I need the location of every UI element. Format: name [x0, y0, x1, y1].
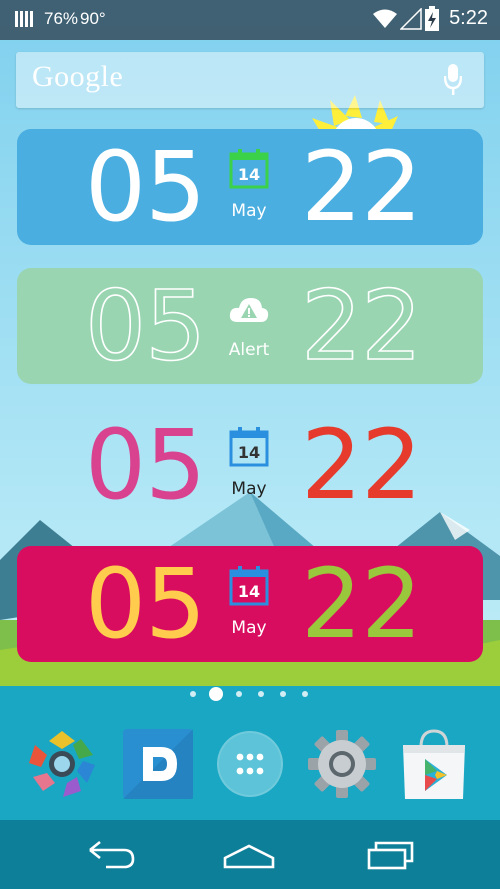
widget-month-label: May [231, 618, 267, 638]
dashlane-app-icon[interactable] [121, 727, 195, 801]
clock-time: 5:22 [449, 7, 488, 29]
wifi-icon [373, 9, 397, 28]
widget-minutes: 22 [301, 409, 422, 521]
widget-alert-label: Alert [228, 340, 270, 360]
page-indicator [0, 686, 500, 702]
calendar-icon: 14 [229, 566, 269, 606]
mic-icon[interactable] [444, 64, 462, 96]
back-icon[interactable] [86, 840, 136, 870]
clock-widget-blue[interactable]: 05 14 May 22 [17, 129, 483, 245]
widget-hours: 05 [85, 548, 206, 660]
temperature-text: 90° [80, 9, 106, 28]
calendar-icon: 14 [229, 427, 269, 467]
widget-minutes: 22 [301, 131, 422, 243]
widget-month-label: May [231, 201, 267, 221]
widget-minutes: 22 [301, 548, 422, 660]
app-drawer-icon[interactable] [213, 727, 287, 801]
page-dot-active[interactable] [209, 687, 223, 701]
status-bar: 76% 90° 5:22 [0, 0, 500, 38]
signal-bars-icon [15, 11, 33, 27]
clock-widget-transparent[interactable]: 05 14 May 22 [17, 407, 483, 523]
page-dot[interactable] [302, 691, 308, 697]
home-icon[interactable] [222, 840, 276, 870]
play-store-app-icon[interactable] [397, 727, 471, 801]
cloud-alert-icon [229, 298, 269, 322]
widget-hours: 05 [85, 131, 206, 243]
cell-signal-icon [400, 8, 422, 30]
settings-app-icon[interactable] [305, 727, 379, 801]
page-dot[interactable] [236, 691, 242, 697]
clock-widget-magenta[interactable]: 05 14 May 22 [17, 546, 483, 662]
google-logo: Google [32, 60, 124, 93]
calendar-day: 14 [238, 165, 260, 184]
clock-widget-green[interactable]: 05 Alert 22 [17, 268, 483, 384]
recents-icon[interactable] [366, 840, 416, 870]
page-dot[interactable] [280, 691, 286, 697]
widget-hours: 05 [85, 409, 206, 521]
page-dot[interactable] [190, 691, 196, 697]
photo-app-icon[interactable] [25, 727, 99, 801]
widget-minutes: 22 [300, 270, 423, 382]
battery-percent-text: 76% [44, 9, 79, 28]
battery-charging-icon [425, 6, 439, 31]
calendar-day: 14 [238, 443, 260, 462]
widget-month-label: May [231, 479, 267, 499]
google-search-bar[interactable]: Google [16, 52, 484, 108]
calendar-icon: 14 [229, 149, 269, 189]
calendar-day: 14 [238, 582, 260, 601]
page-dot[interactable] [258, 691, 264, 697]
widget-hours: 05 [84, 270, 207, 382]
